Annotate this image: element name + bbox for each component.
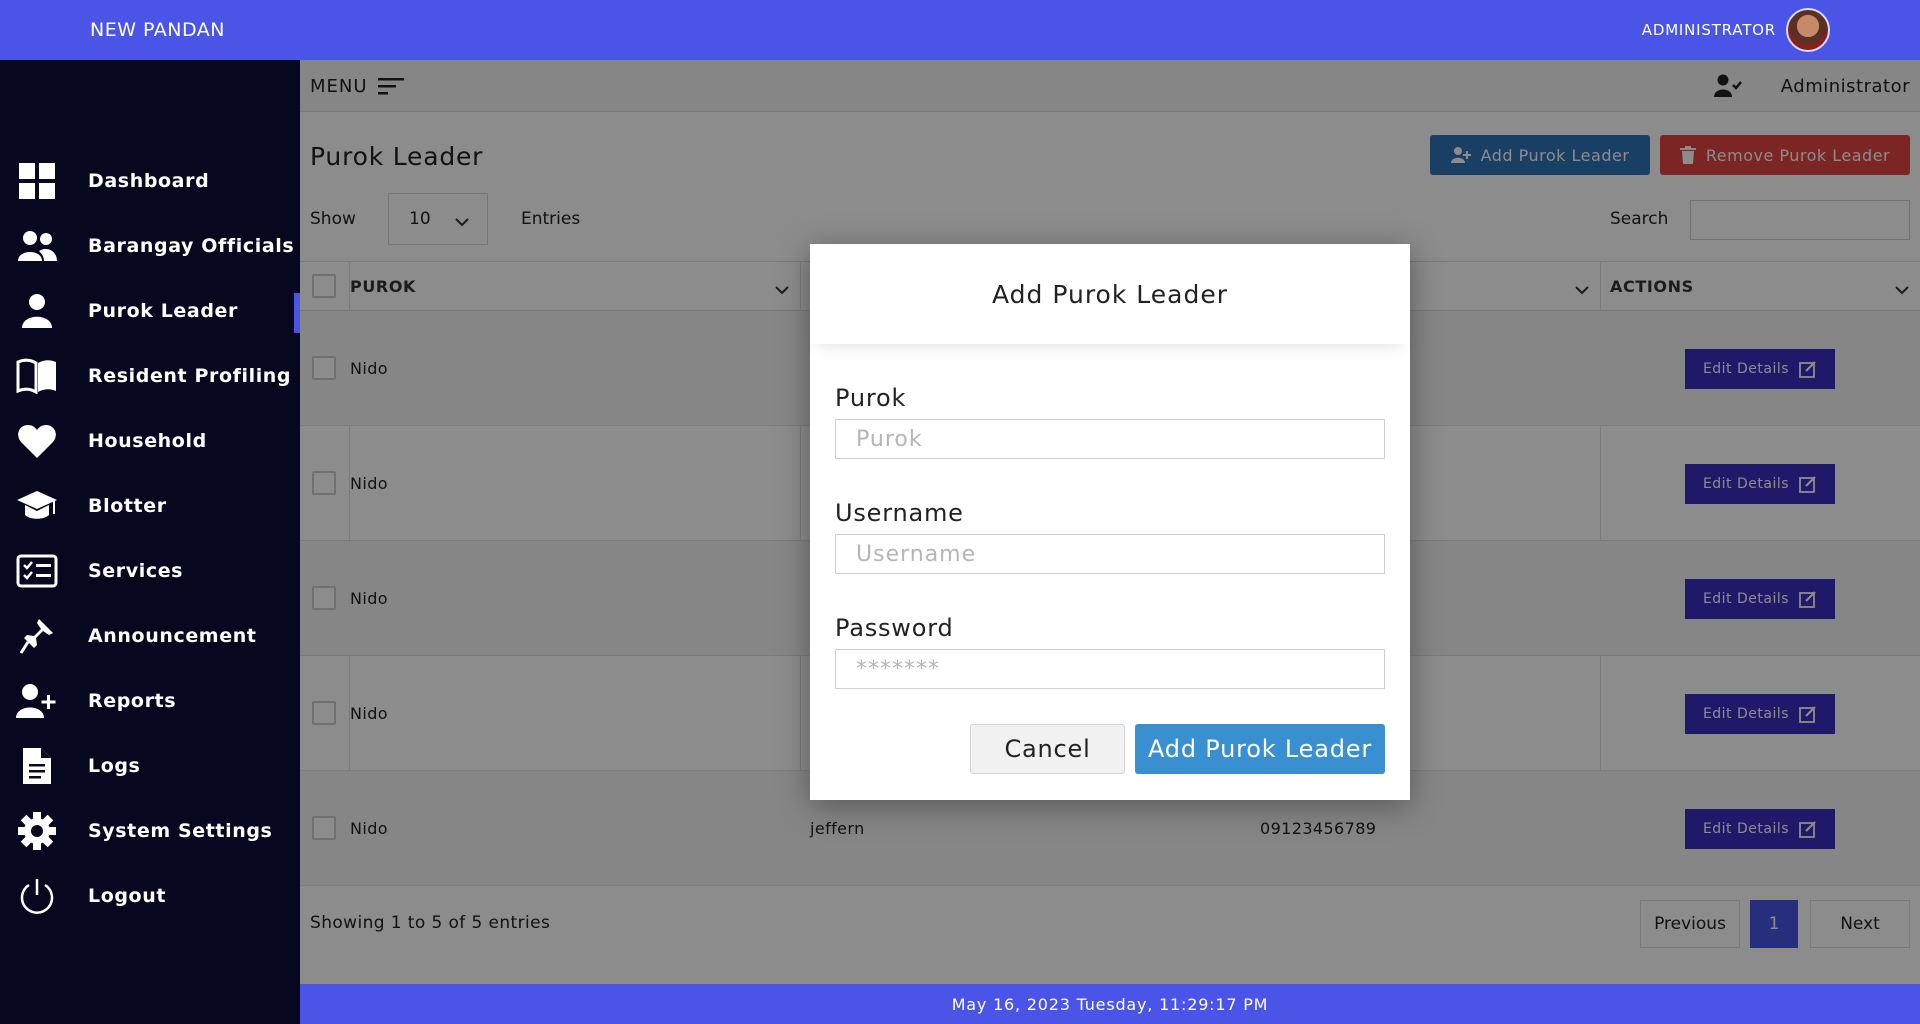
sidebar-item-logs[interactable]: Logs — [0, 738, 300, 794]
username-input[interactable] — [835, 534, 1385, 574]
top-bar: NEW PANDAN ADMINISTRATOR — [0, 0, 1920, 60]
brand-title: NEW PANDAN — [90, 19, 226, 41]
password-label: Password — [835, 614, 954, 642]
add-purok-leader-submit-button[interactable]: Add Purok Leader — [1135, 724, 1385, 774]
users-group-icon — [16, 225, 58, 267]
sidebar-item-label: Barangay Officials — [88, 235, 295, 257]
sidebar-item-announcement[interactable]: Announcement — [0, 608, 300, 664]
book-open-icon — [16, 355, 58, 397]
sidebar-item-label: Resident Profiling — [88, 365, 292, 387]
avatar[interactable] — [1786, 8, 1830, 52]
dashboard-grid-icon — [16, 160, 58, 202]
heart-icon — [16, 420, 58, 462]
purok-label: Purok — [835, 384, 907, 412]
footer-datetime: May 16, 2023 Tuesday, 11:29:17 PM — [300, 984, 1920, 1024]
checklist-icon — [16, 550, 58, 592]
sidebar-item-label: Blotter — [88, 495, 167, 517]
sidebar-item-label: Reports — [88, 690, 177, 712]
sidebar-item-system-settings[interactable]: System Settings — [0, 803, 300, 859]
document-icon — [16, 745, 58, 787]
sidebar-item-label: Logs — [88, 755, 141, 777]
sidebar-item-logout[interactable]: Logout — [0, 868, 300, 924]
user-icon — [16, 290, 58, 332]
sidebar-item-household[interactable]: Household — [0, 413, 300, 469]
gear-icon — [16, 810, 58, 852]
sidebar-item-purok-leader[interactable]: Purok Leader — [0, 283, 300, 339]
sidebar-item-label: Logout — [88, 885, 167, 907]
admin-role-label: ADMINISTRATOR — [1641, 21, 1776, 39]
add-purok-leader-modal: Add Purok Leader Purok Username Password… — [810, 244, 1410, 800]
purok-input[interactable] — [835, 419, 1385, 459]
sidebar: Dashboard Barangay Officials Purok Leade… — [0, 60, 300, 1024]
power-icon — [16, 875, 58, 917]
sidebar-item-label: Dashboard — [88, 170, 210, 192]
username-label: Username — [835, 499, 964, 527]
pin-icon — [16, 615, 58, 657]
user-plus-icon — [16, 680, 58, 722]
password-input[interactable] — [835, 649, 1385, 689]
sidebar-item-blotter[interactable]: Blotter — [0, 478, 300, 534]
sidebar-item-resident-profiling[interactable]: Resident Profiling — [0, 348, 300, 404]
graduation-cap-icon — [16, 485, 58, 527]
sidebar-item-dashboard[interactable]: Dashboard — [0, 153, 300, 209]
sidebar-item-label: System Settings — [88, 820, 273, 842]
sidebar-item-label: Household — [88, 430, 207, 452]
sidebar-item-label: Services — [88, 560, 184, 582]
sidebar-item-reports[interactable]: Reports — [0, 673, 300, 729]
sidebar-item-label: Purok Leader — [88, 300, 238, 322]
modal-title: Add Purok Leader — [810, 244, 1410, 344]
sidebar-item-services[interactable]: Services — [0, 543, 300, 599]
sidebar-item-barangay-officials[interactable]: Barangay Officials — [0, 218, 300, 274]
sidebar-item-label: Announcement — [88, 625, 257, 647]
cancel-button[interactable]: Cancel — [970, 724, 1125, 774]
